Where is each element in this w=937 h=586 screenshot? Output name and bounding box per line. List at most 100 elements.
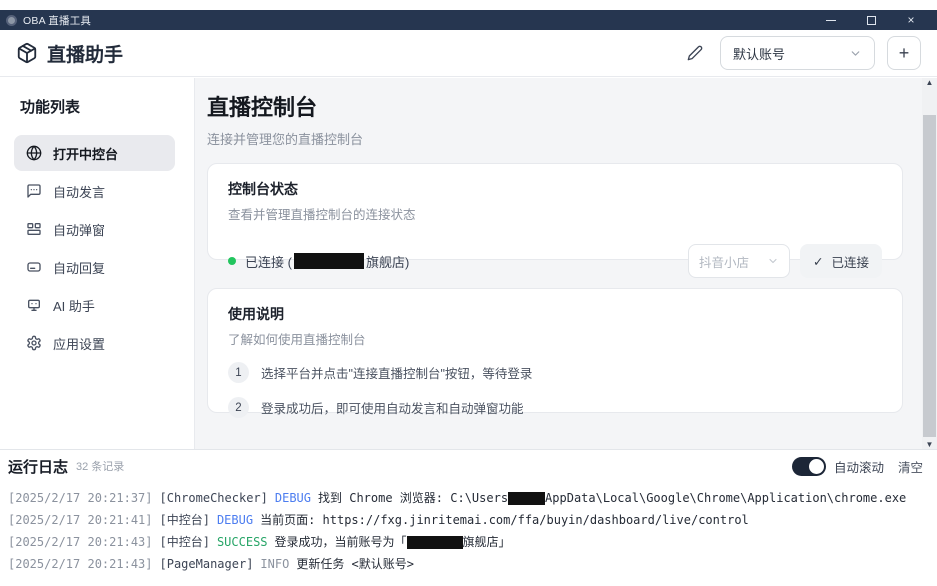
header-actions: 默认账号 + bbox=[682, 36, 921, 70]
usage-help-card: 使用说明 了解如何使用直播控制台 1 选择平台并点击"连接直播控制台"按钮，等待… bbox=[207, 288, 903, 413]
step-text: 登录成功后，即可使用自动发言和自动弹窗功能 bbox=[261, 398, 524, 417]
redacted-text bbox=[508, 492, 545, 505]
log-timestamp: [2025/2/17 20:21:43] bbox=[8, 535, 153, 549]
pencil-icon bbox=[687, 45, 703, 61]
step-number-badge: 1 bbox=[228, 362, 249, 383]
account-select[interactable]: 默认账号 bbox=[720, 36, 875, 70]
scrollbar-thumb[interactable] bbox=[923, 115, 936, 437]
clear-log-button[interactable]: 清空 bbox=[898, 457, 923, 476]
sidebar-item-auto-reply[interactable]: 自动回复 bbox=[14, 249, 175, 285]
window-titlebar: OBA 直播工具 × bbox=[0, 10, 937, 30]
log-level: DEBUG bbox=[275, 491, 311, 505]
log-source: [中控台] bbox=[160, 513, 210, 527]
maximize-button[interactable] bbox=[851, 10, 891, 30]
log-header-actions: 自动滚动 清空 bbox=[792, 457, 923, 476]
redacted-account-name bbox=[294, 253, 364, 269]
log-panel: 运行日志 32 条记录 自动滚动 清空 [2025/2/17 20:21:37]… bbox=[0, 449, 937, 586]
log-timestamp: [2025/2/17 20:21:41] bbox=[8, 513, 153, 527]
redacted-text bbox=[407, 536, 463, 549]
log-source: [中控台] bbox=[160, 535, 210, 549]
sidebar-item-ai-assistant[interactable]: AI 助手 bbox=[14, 287, 175, 323]
app-body: 功能列表 打开中控台 自动发言 自动弹窗 bbox=[0, 78, 937, 449]
minimize-button[interactable] bbox=[811, 10, 851, 30]
main-scrollbar[interactable]: ▲ ▼ bbox=[922, 78, 937, 449]
chat-reply-icon bbox=[26, 259, 42, 275]
autoscroll-toggle[interactable] bbox=[792, 457, 826, 476]
gear-icon bbox=[26, 335, 42, 351]
check-icon: ✓ bbox=[813, 254, 823, 269]
main-content: 直播控制台 连接并管理您的直播控制台 控制台状态 查看并管理直播控制台的连接状态… bbox=[195, 78, 937, 449]
log-message: 旗舰店」 bbox=[463, 535, 511, 549]
log-source: [ChromeChecker] bbox=[160, 491, 268, 505]
edit-account-button[interactable] bbox=[682, 40, 708, 66]
sidebar-item-label: 应用设置 bbox=[53, 334, 105, 353]
status-card-subtitle: 查看并管理直播控制台的连接状态 bbox=[228, 204, 882, 223]
globe-icon bbox=[26, 145, 42, 161]
platform-select[interactable]: 抖音小店 bbox=[688, 244, 790, 278]
sidebar-item-settings[interactable]: 应用设置 bbox=[14, 325, 175, 361]
sidebar-item-label: 自动回复 bbox=[53, 258, 105, 277]
app-title: 直播助手 bbox=[47, 40, 123, 67]
scroll-up-icon[interactable]: ▲ bbox=[922, 78, 937, 87]
chat-bubble-icon bbox=[26, 183, 42, 199]
sidebar-item-label: 自动弹窗 bbox=[53, 220, 105, 239]
log-title: 运行日志 bbox=[8, 456, 68, 477]
log-timestamp: [2025/2/17 20:21:43] bbox=[8, 557, 153, 571]
log-level: DEBUG bbox=[217, 513, 253, 527]
status-dot bbox=[228, 257, 236, 265]
app-brand: 直播助手 bbox=[16, 40, 123, 67]
popup-window-icon bbox=[26, 221, 42, 237]
add-account-button[interactable]: + bbox=[887, 36, 921, 70]
step-number-badge: 2 bbox=[228, 397, 249, 418]
log-message: 更新任务 <默认账号> bbox=[296, 557, 414, 571]
chevron-down-icon bbox=[767, 255, 779, 267]
log-message: 当前页面: https://fxg.jinritemai.com/ffa/buy… bbox=[260, 513, 749, 527]
window-controls: × bbox=[811, 10, 931, 30]
connected-button-label: 已连接 bbox=[831, 252, 869, 271]
scroll-down-icon[interactable]: ▼ bbox=[922, 440, 937, 449]
toggle-knob bbox=[809, 459, 824, 474]
sidebar-item-label: 自动发言 bbox=[53, 182, 105, 201]
maximize-icon bbox=[867, 16, 876, 25]
status-card-title: 控制台状态 bbox=[228, 179, 882, 199]
log-entry: [2025/2/17 20:21:37] [ChromeChecker] DEBUG… bbox=[8, 487, 929, 509]
minimize-icon bbox=[826, 20, 836, 21]
page-title: 直播控制台 bbox=[207, 90, 907, 122]
help-card-title: 使用说明 bbox=[228, 304, 882, 324]
sidebar-item-auto-speak[interactable]: 自动发言 bbox=[14, 173, 175, 209]
log-message: 找到 Chrome 浏览器: C:\Users bbox=[318, 491, 508, 505]
chevron-down-icon bbox=[849, 47, 862, 60]
sidebar-item-open-console[interactable]: 打开中控台 bbox=[14, 135, 175, 171]
console-status-card: 控制台状态 查看并管理直播控制台的连接状态 已连接 (旗舰店) 抖音小店 ✓ bbox=[207, 163, 903, 260]
connection-status-row: 已连接 (旗舰店) 抖音小店 ✓ 已连接 bbox=[228, 244, 882, 278]
log-timestamp: [2025/2/17 20:21:37] bbox=[8, 491, 153, 505]
log-message: 登录成功，当前账号为「 bbox=[275, 535, 407, 549]
log-count-badge: 32 条记录 bbox=[76, 458, 124, 474]
connected-button[interactable]: ✓ 已连接 bbox=[800, 244, 882, 278]
log-message: AppData\Local\Google\Chrome\Application\… bbox=[545, 491, 906, 505]
status-controls: 抖音小店 ✓ 已连接 bbox=[688, 244, 882, 278]
log-list: [2025/2/17 20:21:37] [ChromeChecker] DEBUG… bbox=[0, 482, 937, 575]
app-window: OBA 直播工具 × 直播助手 默认账号 bbox=[0, 0, 937, 586]
log-level: INFO bbox=[260, 557, 289, 571]
package-icon bbox=[16, 42, 38, 64]
log-source: [PageManager] bbox=[160, 557, 254, 571]
close-button[interactable]: × bbox=[891, 10, 931, 30]
sidebar-item-auto-popup[interactable]: 自动弹窗 bbox=[14, 211, 175, 247]
log-header: 运行日志 32 条记录 自动滚动 清空 bbox=[0, 450, 937, 482]
help-step-1: 1 选择平台并点击"连接直播控制台"按钮，等待登录 bbox=[228, 362, 882, 383]
window-title: OBA 直播工具 bbox=[23, 13, 91, 28]
sidebar: 功能列表 打开中控台 自动发言 自动弹窗 bbox=[0, 78, 195, 449]
sidebar-item-label: 打开中控台 bbox=[53, 144, 118, 163]
account-select-value: 默认账号 bbox=[733, 44, 785, 63]
step-text: 选择平台并点击"连接直播控制台"按钮，等待登录 bbox=[261, 363, 532, 382]
log-level: SUCCESS bbox=[217, 535, 268, 549]
page-subtitle: 连接并管理您的直播控制台 bbox=[207, 129, 907, 148]
status-text: 已连接 (旗舰店) bbox=[245, 252, 409, 271]
log-entry: [2025/2/17 20:21:43] [中控台] SUCCESS 登录成功，当前账… bbox=[8, 531, 929, 553]
help-card-subtitle: 了解如何使用直播控制台 bbox=[228, 329, 882, 348]
app-header: 直播助手 默认账号 + bbox=[0, 30, 937, 77]
log-entry: [2025/2/17 20:21:41] [中控台] DEBUG 当前页面: http… bbox=[8, 509, 929, 531]
log-entry: [2025/2/17 20:21:43] [PageManager] INFO 更新任… bbox=[8, 553, 929, 575]
help-step-2: 2 登录成功后，即可使用自动发言和自动弹窗功能 bbox=[228, 397, 882, 418]
